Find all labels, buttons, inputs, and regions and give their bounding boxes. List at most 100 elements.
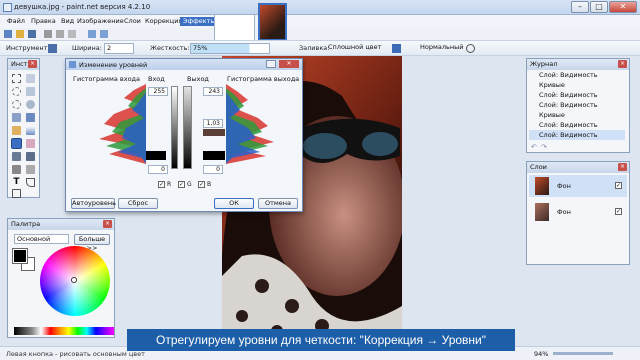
input-gradient-slider[interactable] [171, 86, 178, 169]
channel-r-label: R [167, 181, 172, 188]
layer-row[interactable]: Фон ✓ [529, 201, 627, 223]
rect-select-icon[interactable] [12, 74, 21, 83]
hardness-slider[interactable]: 75% [190, 43, 270, 54]
channel-b-checkbox[interactable]: ✓ [198, 181, 205, 188]
levels-dialog-title: Изменение уровней [79, 61, 148, 69]
zoom-slider[interactable] [553, 352, 613, 355]
history-redo-icon[interactable]: ↷ [541, 143, 547, 151]
channel-b-label: B [207, 181, 212, 188]
levels-dialog-close-icon[interactable]: ✕ [279, 60, 299, 68]
palette-panel-close-icon[interactable]: × [103, 220, 112, 228]
fill-select[interactable]: Сплошной цвет [326, 43, 384, 54]
layers-panel-close-icon[interactable]: × [618, 163, 627, 171]
paste-icon[interactable] [68, 30, 76, 38]
gradient-icon[interactable] [26, 126, 35, 135]
layer-visibility-checkbox[interactable]: ✓ [615, 182, 622, 189]
history-item[interactable]: Слой: Видимость [529, 120, 598, 130]
layer-thumbnail [535, 203, 549, 221]
icon-row [0, 28, 640, 40]
output-gradient-slider[interactable] [183, 86, 192, 169]
output-histogram-label: Гистограмма выхода [227, 75, 300, 83]
app-icon [3, 3, 12, 12]
brush-icon[interactable] [48, 44, 57, 53]
layer-thumbnail [535, 177, 549, 195]
input-high-field[interactable]: 255 [148, 87, 168, 96]
magic-wand-icon[interactable] [12, 113, 21, 122]
alpha-icon[interactable] [466, 44, 475, 53]
minimize-button[interactable]: – [571, 1, 589, 13]
tools-panel-close-icon[interactable]: × [28, 60, 37, 68]
paintbrush-icon[interactable] [11, 138, 22, 149]
menu-layers[interactable]: Слои [121, 17, 144, 26]
cut-icon[interactable] [44, 30, 52, 38]
window-title: девушка.jpg - paint.net версия 4.2.10 [14, 3, 151, 11]
levels-dialog-maximize-icon[interactable] [266, 60, 276, 68]
move-icon[interactable] [26, 74, 35, 83]
width-label: Ширина: [72, 44, 102, 52]
redo-icon[interactable] [100, 30, 108, 38]
output-low-field[interactable]: 0 [203, 165, 223, 174]
shapes-icon[interactable] [12, 189, 21, 198]
antialias-icon[interactable] [392, 44, 401, 53]
menu-effects[interactable]: Эффекты [180, 17, 219, 26]
history-panel-close-icon[interactable]: × [618, 60, 627, 68]
save-icon[interactable] [28, 30, 36, 38]
history-item[interactable]: Слой: Видимость [529, 90, 598, 100]
history-item-selected[interactable]: Слой: Видимость [529, 130, 625, 140]
layer-visibility-checkbox[interactable]: ✓ [615, 208, 622, 215]
color-mode-select[interactable]: Основной [14, 234, 69, 244]
copy-icon[interactable] [56, 30, 64, 38]
input-low-field[interactable]: 0 [148, 165, 168, 174]
line-curve-icon[interactable] [26, 178, 35, 187]
new-icon[interactable] [4, 30, 12, 38]
recolor-icon[interactable] [12, 165, 21, 174]
color-picker-icon[interactable] [26, 165, 35, 174]
blend-mode-select[interactable]: Нормальный [418, 43, 463, 54]
pan-icon[interactable] [26, 113, 35, 122]
ellipse-select-icon[interactable] [12, 100, 21, 109]
channel-g-checkbox[interactable]: ✓ [178, 181, 185, 188]
input-label: Вход [148, 75, 165, 83]
cancel-button[interactable]: Отмена [258, 198, 298, 209]
auto-level-button[interactable]: Автоуровень [71, 198, 116, 209]
history-item[interactable]: Кривые [529, 80, 565, 90]
undo-icon[interactable] [88, 30, 96, 38]
document-thumbnail-blank[interactable] [214, 14, 255, 42]
move-selection-icon[interactable] [26, 87, 35, 96]
history-item[interactable]: Слой: Видимость [529, 100, 598, 110]
paint-bucket-icon[interactable] [12, 126, 21, 135]
close-button[interactable]: ✕ [609, 1, 637, 13]
color-wheel-handle[interactable] [71, 277, 77, 283]
layer-name: Фон [557, 208, 571, 216]
primary-color-swatch[interactable] [12, 248, 28, 264]
output-gamma-swatch [203, 129, 225, 136]
clone-stamp-icon[interactable] [26, 152, 35, 161]
layer-row-selected[interactable]: Фон ✓ [529, 175, 627, 197]
reset-button[interactable]: Сброс [118, 198, 158, 209]
zoom-icon[interactable] [26, 100, 35, 109]
menu-image[interactable]: Изображение [74, 17, 127, 26]
menu-file[interactable]: Файл [4, 17, 28, 26]
output-high-field[interactable]: 243 [203, 87, 223, 96]
document-thumbnail-active[interactable] [258, 3, 287, 41]
menu-edit[interactable]: Правка [28, 17, 59, 26]
output-gamma-field[interactable]: 1,03 [203, 119, 223, 128]
channel-r-checkbox[interactable]: ✓ [158, 181, 165, 188]
levels-dialog: Изменение уровней ✕ Гистограмма входа Вх… [65, 58, 303, 212]
ok-button[interactable]: ОК [214, 198, 254, 209]
text-icon[interactable]: T [12, 178, 21, 187]
width-input[interactable]: 2 [104, 43, 134, 54]
more-colors-button[interactable]: Больше >> [74, 234, 110, 252]
menu-adjustments[interactable]: Коррекция [142, 17, 185, 26]
maximize-button[interactable]: □ [590, 1, 608, 13]
history-undo-icon[interactable]: ↶ [531, 143, 537, 151]
lasso-icon[interactable] [12, 87, 21, 96]
open-icon[interactable] [16, 30, 24, 38]
eraser-icon[interactable] [26, 139, 35, 148]
history-item[interactable]: Кривые [529, 110, 565, 120]
palette-panel-title: Палитра [8, 219, 114, 230]
palette-swatches[interactable] [14, 327, 114, 335]
output-histogram [226, 84, 274, 164]
pencil-icon[interactable] [12, 152, 21, 161]
history-item[interactable]: Слой: Видимость [529, 70, 598, 80]
